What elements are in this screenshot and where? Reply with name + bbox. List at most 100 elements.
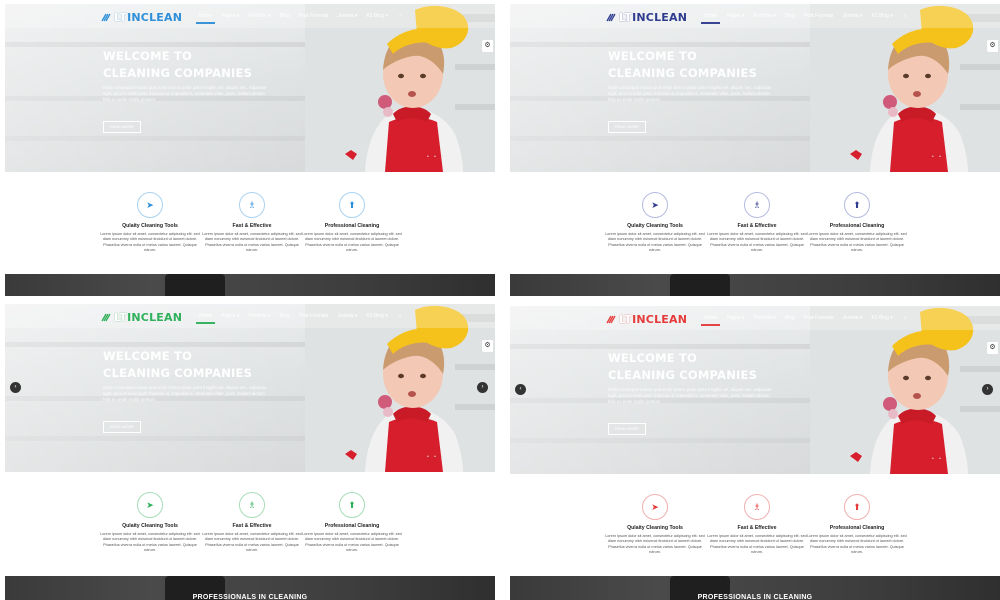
nav-item-5[interactable]: Joomla ▾ — [842, 13, 862, 19]
gear-icon[interactable]: ⚙ — [987, 40, 998, 52]
hero-slider: LTINCLEAN Home Pages ▾ Portfolio ▾ Blog Post… — [510, 4, 1000, 172]
feature-title: Fast & Effective — [232, 523, 272, 529]
nav-item-1[interactable]: Pages ▾ — [221, 313, 239, 319]
site-logo[interactable]: LTINCLEAN — [101, 311, 182, 324]
girl-photo — [810, 306, 1000, 474]
site-logo[interactable]: LTINCLEAN — [606, 313, 687, 326]
chevron-left-icon[interactable]: ‹ — [10, 382, 21, 393]
nav-item-0[interactable]: Home — [700, 315, 721, 326]
hero-slider: LTINCLEAN Home Pages ▾ Portfolio ▾ Blog Post… — [5, 304, 495, 472]
read-more-button[interactable]: READ MORE — [103, 421, 141, 433]
girl-photo — [305, 4, 495, 172]
nav-item-6[interactable]: K2 Blog ▾ — [871, 315, 892, 321]
nav-item-4[interactable]: Post Formats — [804, 13, 834, 19]
read-more-button[interactable]: READ MORE — [608, 121, 646, 133]
logo-name: INCLEAN — [127, 11, 183, 24]
nav-item-1[interactable]: Pages ▾ — [726, 315, 744, 321]
feature-title: Qulaity Cleaning Tools — [122, 223, 178, 229]
dark-section-image — [670, 274, 730, 296]
read-more-button[interactable]: READ MORE — [608, 423, 646, 435]
feature-desc: Lorem ipsum dolor sit amet, consectetur … — [202, 232, 302, 253]
gear-icon[interactable]: ⚙ — [482, 340, 493, 352]
broom-logo-icon — [101, 313, 111, 322]
broom-logo-icon — [606, 315, 616, 324]
headline-line-2: CLEANING COMPANIES — [608, 66, 758, 80]
nav-item-0[interactable]: Home — [700, 13, 721, 24]
headline-line-2: CLEANING COMPANIES — [608, 368, 758, 382]
feature-desc: Lorem ipsum dolor sit amet, consectetur … — [202, 532, 302, 553]
feature-title: Fast & Effective — [737, 525, 777, 531]
dark-section — [510, 274, 1000, 296]
arrow-up-icon: ⬆ — [339, 492, 365, 518]
slider-dots[interactable]: • • • — [932, 456, 950, 462]
nav-item-4[interactable]: Post Formats — [299, 313, 329, 319]
nav-item-3[interactable]: Blog — [280, 13, 290, 19]
chevron-right-icon[interactable]: › — [982, 384, 993, 395]
search-icon[interactable]: ⌕ — [904, 13, 907, 19]
broom-logo-icon — [606, 13, 616, 22]
feature-glyph: ♗ — [752, 502, 762, 512]
feature-item: ➤ Qulaity Cleaning Tools Lorem ipsum dol… — [100, 492, 200, 554]
nav-item-2[interactable]: Portfolio ▾ — [248, 313, 270, 319]
slider-dots[interactable]: • • • — [932, 154, 950, 160]
search-icon[interactable]: ⌕ — [399, 13, 402, 19]
slider-dots[interactable]: • • • — [427, 454, 445, 460]
nav-item-1[interactable]: Pages ▾ — [221, 13, 239, 19]
spray-bottle-icon: ♗ — [239, 192, 265, 218]
nav-item-6[interactable]: K2 Blog ▾ — [366, 313, 387, 319]
feature-desc: Lorem ipsum dolor sit amet, consectetur … — [100, 232, 200, 253]
nav-item-5[interactable]: Joomla ▾ — [337, 313, 357, 319]
features-section: ➤ Qulaity Cleaning Tools Lorem ipsum dol… — [510, 474, 1000, 576]
hero-headline: WELCOME TO CLEANING COMPANIES — [608, 48, 757, 82]
logo-lt: LT — [619, 11, 633, 24]
rocket-icon: ➤ — [642, 192, 668, 218]
feature-item: ➤ Qulaity Cleaning Tools Lorem ipsum dol… — [605, 192, 705, 254]
logo-lt: LT — [114, 11, 128, 24]
nav-item-2[interactable]: Portfolio ▾ — [753, 13, 775, 19]
search-icon[interactable]: ⌕ — [399, 313, 402, 319]
rocket-icon: ➤ — [642, 494, 668, 520]
nav-item-3[interactable]: Blog — [280, 313, 290, 319]
feature-item: ♗ Fast & Effective Lorem ipsum dolor sit… — [202, 192, 302, 254]
chevron-left-icon[interactable]: ‹ — [515, 384, 526, 395]
logo-lt: LT — [114, 311, 128, 324]
nav-item-3[interactable]: Blog — [785, 13, 795, 19]
nav-item-0[interactable]: Home — [195, 313, 216, 324]
nav-item-4[interactable]: Post Formats — [804, 315, 834, 321]
headline-line-1: WELCOME TO — [608, 351, 698, 365]
slider-dots[interactable]: • • • — [427, 154, 445, 160]
girl-photo — [305, 304, 495, 472]
site-logo[interactable]: LTINCLEAN — [101, 11, 182, 24]
gear-icon[interactable]: ⚙ — [987, 342, 998, 354]
read-more-button[interactable]: READ MORE — [103, 121, 141, 133]
arrow-up-icon: ⬆ — [844, 494, 870, 520]
nav-item-2[interactable]: Portfolio ▾ — [248, 13, 270, 19]
girl-photo — [810, 4, 1000, 172]
feature-glyph: ⬆ — [853, 200, 861, 210]
nav-item-6[interactable]: K2 Blog ▾ — [366, 13, 387, 19]
nav-item-3[interactable]: Blog — [785, 315, 795, 321]
chevron-right-icon[interactable]: › — [477, 382, 488, 393]
nav-item-0[interactable]: Home — [195, 13, 216, 24]
nav-item-4[interactable]: Post Formats — [299, 13, 329, 19]
nav-item-5[interactable]: Joomla ▾ — [337, 13, 357, 19]
feature-title: Qulaity Cleaning Tools — [627, 525, 683, 531]
feature-desc: Lorem ipsum dolor sit amet, consectetur … — [707, 232, 807, 253]
nav-item-1[interactable]: Pages ▾ — [726, 13, 744, 19]
feature-desc: Lorem ipsum dolor sit amet, consectetur … — [807, 534, 907, 555]
logo-lt: LT — [619, 313, 633, 326]
gear-icon[interactable]: ⚙ — [482, 40, 493, 52]
hero-lead-text: Nulla consequat massa quis enim Donec pe… — [103, 85, 267, 103]
hero-headline: WELCOME TO CLEANING COMPANIES — [103, 348, 252, 382]
logo-name: INCLEAN — [632, 313, 688, 326]
headline-line-1: WELCOME TO — [103, 49, 193, 63]
dark-section: PROFESSIONALS IN CLEANING — [510, 576, 1000, 600]
nav-item-2[interactable]: Portfolio ▾ — [753, 315, 775, 321]
nav-item-6[interactable]: K2 Blog ▾ — [871, 13, 892, 19]
feature-glyph: ⬆ — [853, 502, 861, 512]
nav-item-5[interactable]: Joomla ▾ — [842, 315, 862, 321]
site-logo[interactable]: LTINCLEAN — [606, 11, 687, 24]
headline-line-2: CLEANING COMPANIES — [103, 66, 253, 80]
search-icon[interactable]: ⌕ — [904, 315, 907, 321]
logo-name: INCLEAN — [632, 11, 688, 24]
